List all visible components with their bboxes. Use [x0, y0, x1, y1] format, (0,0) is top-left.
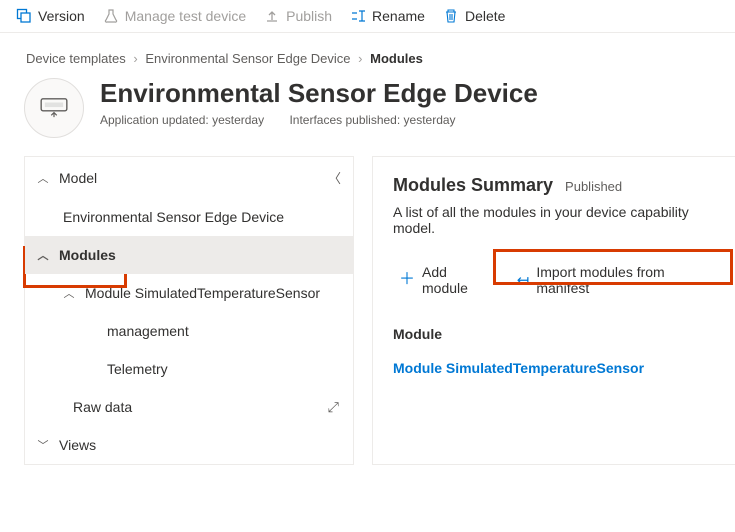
- nav-telemetry[interactable]: Telemetry: [25, 350, 353, 388]
- add-module-button[interactable]: ＋ Add module: [393, 260, 497, 300]
- import-icon: ↤: [517, 273, 530, 288]
- upload-icon: [264, 8, 280, 24]
- rename-label: Rename: [372, 8, 425, 24]
- nav-management[interactable]: management: [25, 312, 353, 350]
- publish-label: Publish: [286, 8, 332, 24]
- page-header: Environmental Sensor Edge Device Applica…: [0, 72, 735, 156]
- expand-icon[interactable]: ⤢: [328, 399, 339, 416]
- manage-test-device-button: Manage test device: [103, 8, 246, 24]
- rename-icon: [350, 8, 366, 24]
- nav-model-label: Model: [59, 170, 97, 186]
- flask-icon: [103, 8, 119, 24]
- summary-panel: Modules Summary Published A list of all …: [372, 156, 735, 465]
- chevron-right-icon: ›: [358, 51, 362, 66]
- nav-views-label: Views: [59, 437, 96, 453]
- nav-telemetry-label: Telemetry: [107, 361, 168, 377]
- breadcrumb-current: Modules: [370, 51, 423, 66]
- nav-modules[interactable]: ︿ Modules: [25, 236, 353, 274]
- chevron-left-icon[interactable]: 〈: [328, 168, 341, 187]
- chevron-down-icon: ﹀: [37, 437, 49, 453]
- nav-model-device-label: Environmental Sensor Edge Device: [63, 209, 284, 225]
- app-updated-meta: Application updated: yesterday: [100, 113, 264, 127]
- edge-device-icon: [39, 97, 69, 119]
- manage-test-label: Manage test device: [125, 8, 246, 24]
- summary-title: Modules Summary: [393, 175, 553, 196]
- breadcrumb: Device templates › Environmental Sensor …: [0, 33, 735, 72]
- summary-description: A list of all the modules in your device…: [393, 204, 715, 236]
- rename-button[interactable]: Rename: [350, 8, 425, 24]
- version-label: Version: [38, 8, 85, 24]
- version-button[interactable]: Version: [16, 8, 85, 24]
- delete-button[interactable]: Delete: [443, 8, 505, 24]
- page-title: Environmental Sensor Edge Device: [100, 78, 538, 109]
- device-avatar: [24, 78, 84, 138]
- nav-model[interactable]: ︿ Model 〈: [25, 157, 353, 198]
- chevron-right-icon: ›: [133, 51, 137, 66]
- nav-raw-data[interactable]: Raw data ⤢: [25, 388, 353, 426]
- nav-module-simulated[interactable]: ︿ Module SimulatedTemperatureSensor: [25, 274, 353, 312]
- nav-modules-label: Modules: [59, 247, 116, 263]
- import-manifest-label: Import modules from manifest: [536, 264, 709, 296]
- chevron-up-icon: ︿: [63, 285, 75, 301]
- nav-management-label: management: [107, 323, 189, 339]
- delete-label: Delete: [465, 8, 505, 24]
- nav-model-device[interactable]: Environmental Sensor Edge Device: [25, 198, 353, 236]
- import-manifest-button[interactable]: ↤ Import modules from manifest: [511, 260, 715, 300]
- breadcrumb-device[interactable]: Environmental Sensor Edge Device: [145, 51, 350, 66]
- chevron-up-icon: ︿: [37, 170, 49, 186]
- status-badge: Published: [565, 179, 622, 194]
- module-link[interactable]: Module SimulatedTemperatureSensor: [393, 360, 715, 376]
- chevron-up-icon: ︿: [37, 247, 49, 263]
- breadcrumb-root[interactable]: Device templates: [26, 51, 126, 66]
- nav-module-simulated-label: Module SimulatedTemperatureSensor: [85, 285, 320, 301]
- plus-icon: ＋: [399, 272, 415, 288]
- nav-panel: ︿ Model 〈 Environmental Sensor Edge Devi…: [24, 156, 354, 465]
- publish-button: Publish: [264, 8, 332, 24]
- version-icon: [16, 8, 32, 24]
- toolbar: Version Manage test device Publish Renam…: [0, 0, 735, 33]
- module-section-label: Module: [393, 326, 715, 342]
- interfaces-published-meta: Interfaces published: yesterday: [289, 113, 455, 127]
- nav-raw-data-label: Raw data: [73, 399, 132, 415]
- add-module-label: Add module: [422, 264, 491, 296]
- trash-icon: [443, 8, 459, 24]
- nav-views[interactable]: ﹀ Views: [25, 426, 353, 464]
